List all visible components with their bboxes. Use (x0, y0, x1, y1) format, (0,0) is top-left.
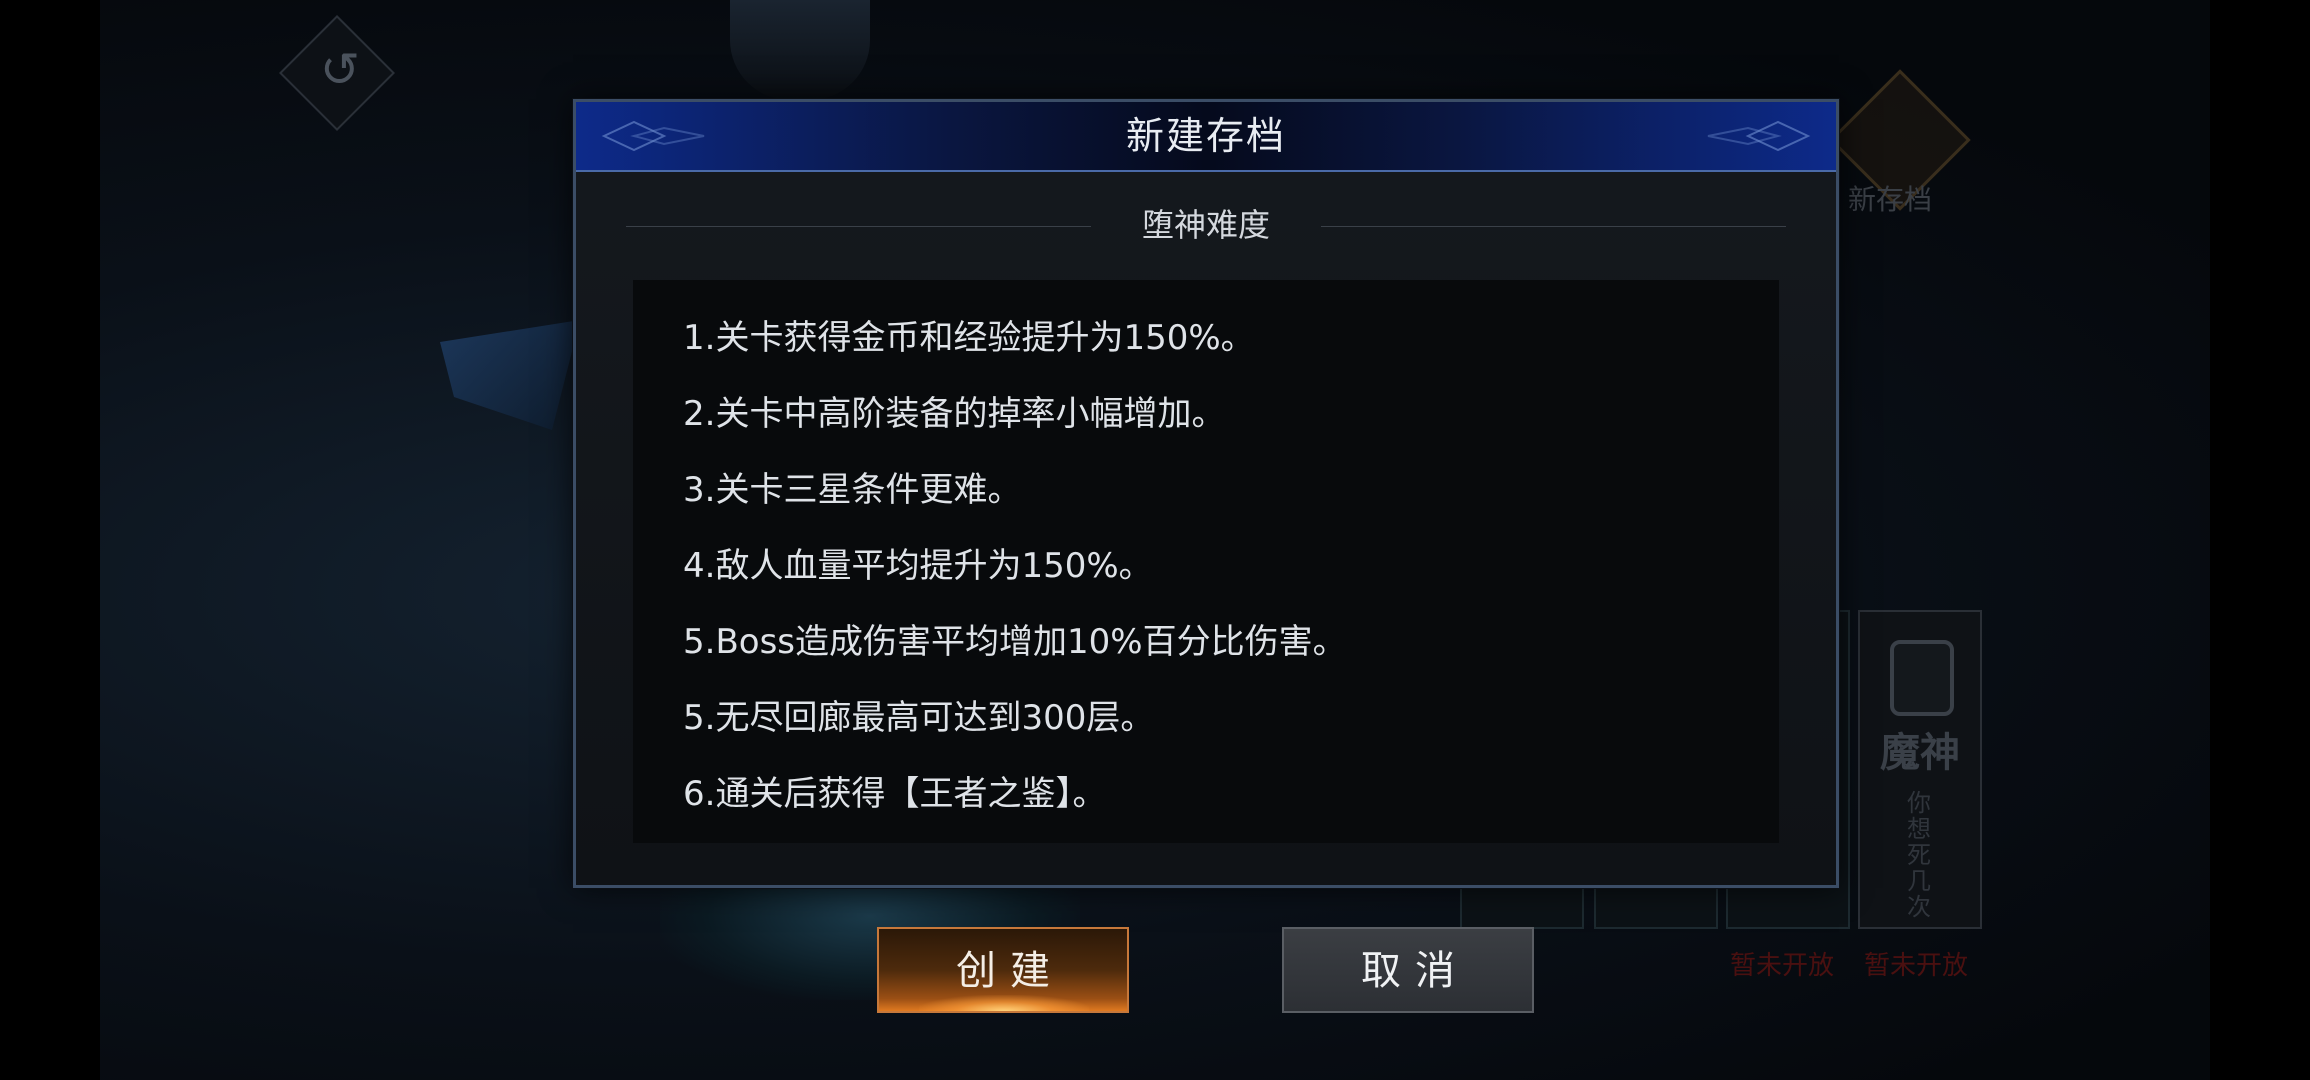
button-glow (919, 995, 1089, 1011)
rule-item: 3.关卡三星条件更难。 (683, 470, 1022, 510)
difficulty-subtitle: 堕神难度 (1141, 206, 1270, 244)
rule-item: 4.敌人血量平均提升为150%。 (683, 546, 1153, 586)
locked-card-title: 魔神 (1880, 730, 1960, 776)
create-button-label: 创建 (956, 948, 1064, 994)
rule-item: 5.无尽回廊最高可达到300层。 (683, 698, 1155, 738)
rule-item: 5.Boss造成伤害平均增加10%百分比伤害。 (683, 622, 1347, 662)
rule-item: 2.关卡中高阶装备的掉率小幅增加。 (683, 394, 1226, 434)
letterbox-left (0, 0, 100, 1080)
rules-list: 1.关卡获得金币和经验提升为150%。 2.关卡中高阶装备的掉率小幅增加。 3.… (633, 280, 1779, 843)
back-arrow-icon: ↺ (319, 42, 361, 98)
letterbox-right (2210, 0, 2310, 1080)
create-button[interactable]: 创建 (877, 927, 1129, 1013)
rule-item: 1.关卡获得金币和经验提升为150%。 (683, 318, 1255, 358)
new-save-label: 新存档 (1848, 183, 1933, 216)
locked-card-subtitle: 你想死几次 (1907, 789, 1931, 921)
cancel-button-label: 取消 (1361, 948, 1469, 994)
new-save-dialog: 新建存档 堕神难度 1.关卡获得金币和经验提升为150%。 2.关卡中高阶装备的… (573, 99, 1839, 888)
dialog-title: 新建存档 (1125, 114, 1286, 158)
dialog-header: 新建存档 (576, 102, 1836, 172)
status-label: 暂未开放 (1730, 951, 1835, 981)
cancel-button[interactable]: 取消 (1282, 927, 1534, 1013)
character-figure (730, 0, 870, 100)
lock-icon (1890, 640, 1954, 716)
status-label: 暂未开放 (1864, 951, 1969, 981)
rule-item: 6.通关后获得【王者之鉴】。 (683, 774, 1107, 814)
